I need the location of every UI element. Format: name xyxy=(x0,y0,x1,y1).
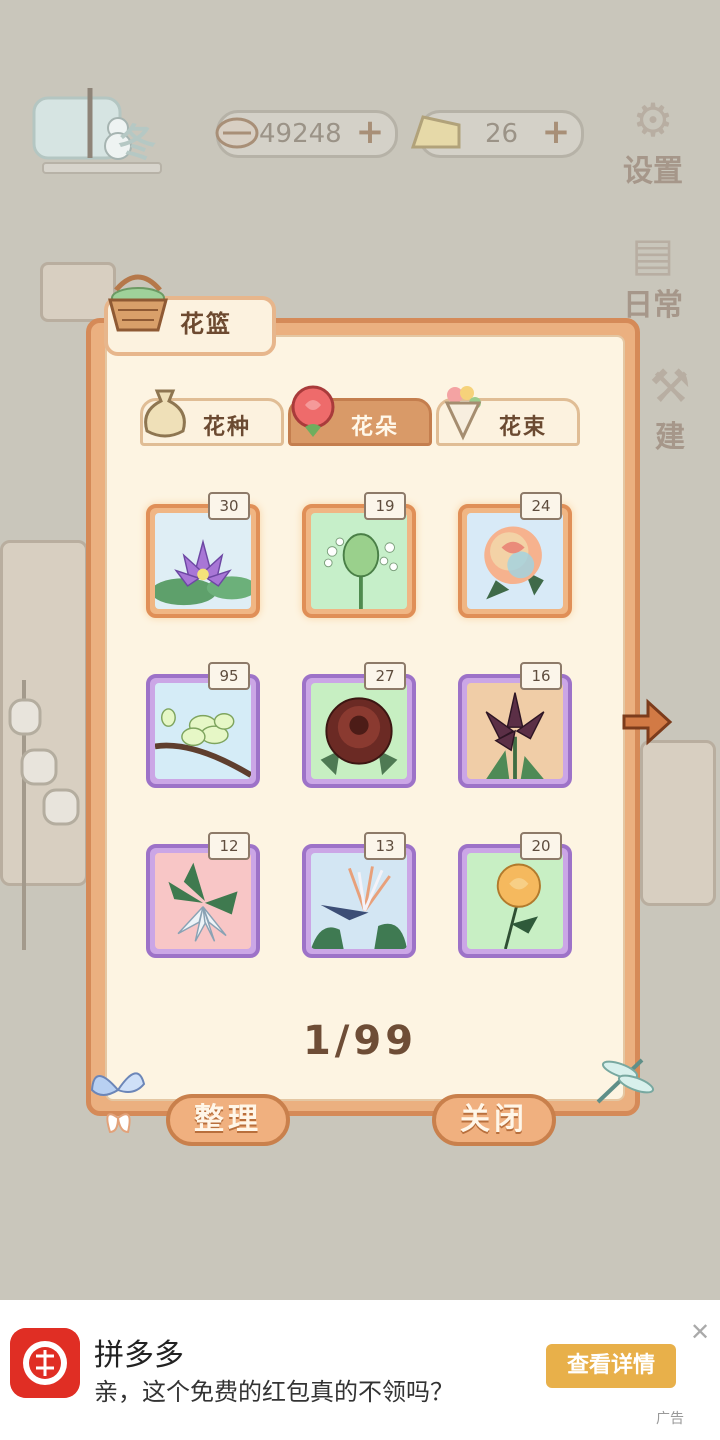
water-lily-icon xyxy=(151,513,257,609)
settings-label: 设置 xyxy=(623,154,683,189)
white-star-lily-icon xyxy=(155,853,251,949)
item-count-badge: 27 xyxy=(364,662,406,690)
yellow-rose-icon xyxy=(467,853,563,950)
hammer-icon: ⚒ xyxy=(649,359,691,413)
item-count-badge: 13 xyxy=(364,832,406,860)
add-fish-button[interactable]: + xyxy=(355,115,385,149)
cheese-icon xyxy=(410,115,461,149)
basket-title: 花篮 xyxy=(180,310,232,338)
tab-flowers-label: 花朵 xyxy=(351,415,400,440)
background-marshmallow-skewer xyxy=(8,680,80,950)
flower-item-dark-lily[interactable]: 16 xyxy=(458,662,572,788)
season-snowman-icon xyxy=(32,88,132,160)
item-count-badge: 12 xyxy=(208,832,250,860)
pinduoduo-logo-icon xyxy=(10,1328,80,1398)
butterfly-icon xyxy=(90,1072,146,1134)
page-indicator: 1/99 xyxy=(302,1018,418,1064)
item-count-badge: 24 xyxy=(520,492,562,520)
flower-item-green-bud[interactable]: 19 xyxy=(302,492,416,618)
cheese-count: 26 xyxy=(485,119,519,149)
dark-peony-icon xyxy=(311,683,407,779)
flower-item-bird-of-paradise[interactable]: 13 xyxy=(302,832,416,958)
ad-message: 亲，这个免费的红包真的不领吗？ xyxy=(94,1378,454,1406)
item-count-badge: 95 xyxy=(208,662,250,690)
basket-icon xyxy=(108,274,168,332)
daily-label: 日常 xyxy=(623,288,683,323)
dark-lily-icon xyxy=(467,683,563,779)
fish-currency-display[interactable]: 49248 + xyxy=(215,110,398,158)
rainbow-rose-icon xyxy=(467,513,563,609)
add-cheese-button[interactable]: + xyxy=(541,115,571,149)
bird-of-paradise-icon xyxy=(311,853,407,949)
bouquet-icon xyxy=(444,386,482,441)
ad-label: 广告 xyxy=(656,1411,684,1427)
ad-close-icon[interactable]: ✕ xyxy=(690,1318,710,1346)
ad-banner[interactable]: 拼多多 亲，这个免费的红包真的不领吗？ 查看详情 ✕ 广告 xyxy=(0,1300,720,1440)
daily-button[interactable]: ▤ 日常 xyxy=(614,227,692,323)
build-label: 建 xyxy=(655,420,685,455)
cheese-currency-display[interactable]: 26 + xyxy=(410,110,584,158)
item-count-badge: 19 xyxy=(364,492,406,520)
fish-count: 49248 xyxy=(259,119,342,149)
background-house-right xyxy=(640,740,716,906)
settings-button[interactable]: ⚙ 设置 xyxy=(614,93,692,189)
next-page-arrow-icon[interactable] xyxy=(620,696,674,748)
season-progress-bar xyxy=(42,162,162,174)
green-bud-icon xyxy=(311,513,407,609)
flower-item-yellow-rose[interactable]: 20 xyxy=(458,832,572,958)
flower-item-dark-peony[interactable]: 27 xyxy=(302,662,416,788)
clipboard-icon: ▤ xyxy=(631,227,675,281)
flower-item-magnolia-branch[interactable]: 95 xyxy=(146,662,260,788)
flower-item-rainbow-rose[interactable]: 24 xyxy=(458,492,572,618)
tab-seeds[interactable]: 花种 xyxy=(140,389,284,446)
item-count-badge: 30 xyxy=(208,492,250,520)
fish-bone-icon xyxy=(215,117,259,149)
ad-view-details-button[interactable]: 查看详情 xyxy=(546,1344,676,1388)
rose-icon xyxy=(291,385,335,437)
tab-bouquets-label: 花束 xyxy=(499,415,548,440)
build-button[interactable]: ⚒ 建 xyxy=(640,359,700,455)
sort-button[interactable]: 整理 xyxy=(166,1094,290,1146)
item-count-badge: 20 xyxy=(520,832,562,860)
magnolia-branch-icon xyxy=(154,683,253,779)
gear-icon: ⚙ xyxy=(632,93,674,147)
ad-app-name: 拼多多 xyxy=(94,1338,184,1373)
close-button[interactable]: 关闭 xyxy=(432,1094,556,1146)
dragonfly-icon xyxy=(596,1058,655,1104)
flower-item-water-lily[interactable]: 30 xyxy=(146,492,260,618)
tab-seeds-label: 花种 xyxy=(203,415,252,440)
tab-flowers[interactable]: 花朵 xyxy=(288,385,432,446)
tab-bouquets[interactable]: 花束 xyxy=(436,386,580,446)
season-label: 冬 xyxy=(118,121,157,165)
item-count-badge: 16 xyxy=(520,662,562,690)
seed-bag-icon xyxy=(144,389,186,438)
flower-item-white-star-lily[interactable]: 12 xyxy=(146,832,260,958)
